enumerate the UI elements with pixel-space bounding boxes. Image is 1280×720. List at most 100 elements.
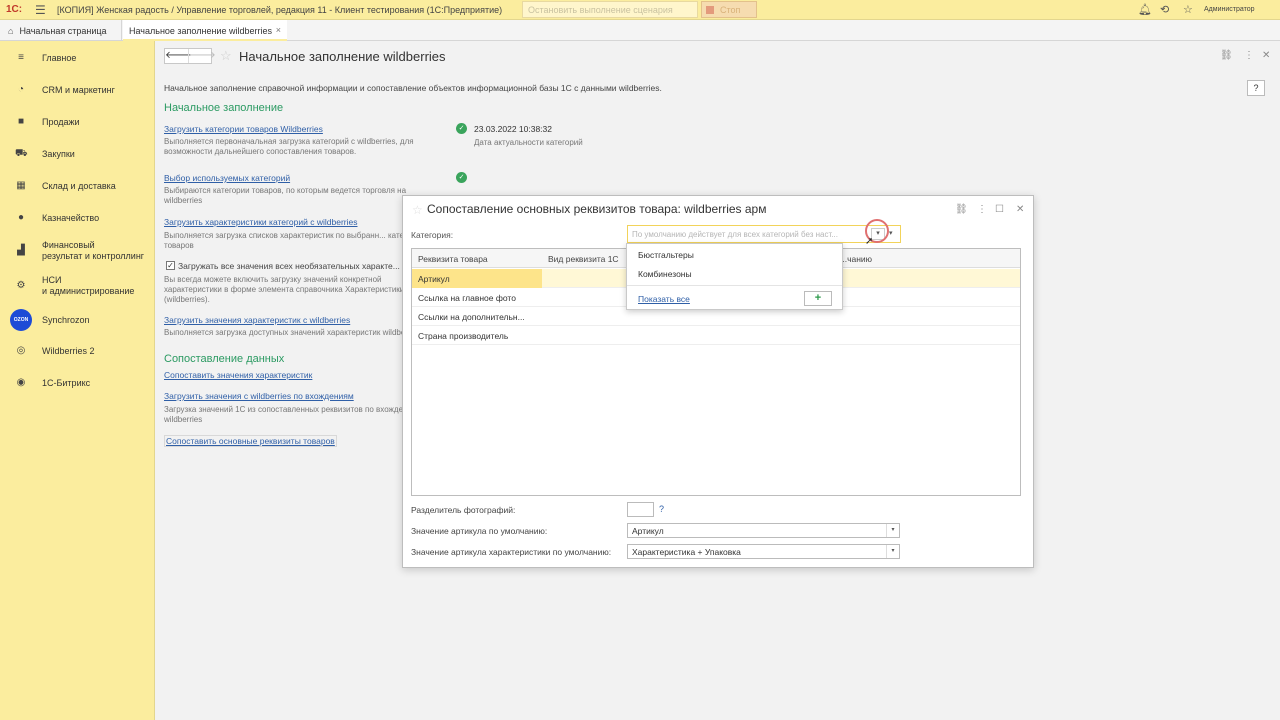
history-icon[interactable]: ⟲ [1160,3,1169,16]
app-logo: 1С: [6,4,23,15]
sidebar: ≡ Главное ◔ CRM и маркетинг ■ Продажи ⛟ Заку… [0,41,155,720]
load-all-checkbox[interactable]: ✓ [166,261,175,270]
dropdown-item[interactable]: Комбинезоны [638,269,692,279]
list-icon: ≡ [18,52,24,63]
more-icon[interactable]: ⋮ [977,204,987,215]
dropdown-item[interactable]: Бюстгальтеры [638,250,694,260]
home-icon: ⌂ [8,26,14,36]
dialog-title: Сопоставление основных реквизитов товара… [427,202,767,216]
sidebar-item-finance[interactable]: ▟ Финансовый результат и контроллинг [0,239,155,265]
link-icon[interactable]: ⛓ [1220,50,1233,61]
sidebar-item-nsi[interactable]: ⚙ НСИ и администрирование [0,274,155,300]
scenario-input[interactable]: Остановить выполнение сценария [522,1,698,18]
tab-bar: ⌂ Начальная страница Начальное заполнение… [0,20,1280,41]
page-title: Начальное заполнение wildberries [239,49,446,64]
app-title: [КОПИЯ] Женская радость / Управление тор… [57,5,503,15]
dropdown-arrow-icon[interactable]: ▾ [886,545,899,558]
show-all-link[interactable]: Показать все [638,294,690,304]
load-values-link[interactable]: Загрузить значения характеристик с wildb… [164,315,350,325]
load-characteristics-link[interactable]: Загрузить характеристики категорий с wil… [164,217,357,227]
choose-categories-note: Выбираются категории товаров, по которым… [164,186,407,205]
bag-icon: ■ [17,116,25,127]
sidebar-item-purchases[interactable]: ⛟ Закупки [0,147,155,173]
load-by-entry-link[interactable]: Загрузить значения с wildberries по вхож… [164,391,354,401]
load-categories-note: Выполняется первоначальная загрузка кате… [164,137,414,156]
section-matching: Сопоставление данных [164,353,285,365]
add-button[interactable]: + [804,291,832,306]
mouse-cursor-icon: ➚ [865,236,874,247]
check-icon: ✓ [456,123,467,134]
match-values-link[interactable]: Сопоставить значения характеристик [164,370,312,380]
stop-icon [706,6,714,14]
load-by-entry-note: Загрузка значений 1С из сопоставленных р… [164,405,429,424]
warehouse-icon: ▦ [16,180,26,191]
open-list-icon[interactable]: ▾ [889,229,893,237]
globe-icon: ◎ [16,345,26,356]
sidebar-item-main[interactable]: ≡ Главное [0,51,155,77]
treasury-icon: ● [17,212,25,223]
char-article-default-select[interactable]: Характеристика + Упаковка ▾ [627,544,900,559]
choose-categories-link[interactable]: Выбор используемых категорий [164,173,290,183]
check-icon: ✓ [456,172,467,183]
forward-button[interactable]: 🡒 [188,49,216,63]
more-icon[interactable]: ⋮ [1244,50,1254,61]
sidebar-item-synchrozon[interactable]: OZON Synchrozon [0,309,155,335]
dropdown-arrow-icon[interactable]: ▾ [886,524,899,537]
close-icon[interactable]: ✕ [1016,204,1024,215]
article-default-label: Значение артикула по умолчанию: [411,526,548,536]
category-input[interactable]: По умолчанию действует для всех категори… [627,225,901,243]
help-button[interactable]: ? [1247,80,1265,96]
favorite-star-icon[interactable]: ☆ [220,48,232,64]
sidebar-item-treasury[interactable]: ● Казначейство [0,211,155,237]
gear-icon: ⚙ [16,280,26,291]
category-label: Категория: [411,230,454,240]
tab-initial-fill[interactable]: Начальное заполнение wildberries × [123,20,287,41]
article-default-select[interactable]: Артикул ▾ [627,523,900,538]
sidebar-item-bitrix[interactable]: ◉ 1С-Битрикс [0,376,155,402]
column-header: ...чанию [840,254,873,264]
load-all-note: Вы всегда можете включить загрузку значе… [164,275,405,304]
ozon-icon: OZON [10,309,32,331]
sidebar-item-wildberries[interactable]: ◎ Wildberries 2 [0,344,155,370]
maximize-icon[interactable]: ☐ [995,204,1004,215]
cart-icon: ⛟ [15,148,28,159]
load-values-note: Выполняется загрузка доступных значений … [164,328,421,337]
section-initial-fill: Начальное заполнение [164,102,284,114]
categories-date-note: Дата актуальности категорий [474,138,583,147]
bell-icon[interactable]: 🔔︎ [1138,3,1152,16]
sidebar-item-warehouse[interactable]: ▦ Склад и доставка [0,179,155,205]
crm-icon: ◔ [17,84,25,95]
main-menu-icon[interactable]: ☰ [35,3,46,17]
column-header: Реквизита товара [418,254,488,264]
sidebar-item-sales[interactable]: ■ Продажи [0,115,155,141]
photo-separator-input[interactable] [627,502,654,517]
form-description: Начальное заполнение справочной информац… [164,83,662,93]
favorites-icon[interactable]: ☆ [1183,3,1193,16]
user-name[interactable]: Администратор [1204,6,1255,13]
link-icon[interactable]: ⛓ [955,204,968,215]
table-row[interactable]: Страна производитель [412,326,1020,345]
sidebar-item-crm[interactable]: ◔ CRM и маркетинг [0,83,155,109]
top-bar: 1С: ☰ [КОПИЯ] Женская радость / Управлен… [0,0,1280,20]
divider [627,285,842,286]
stop-button[interactable]: Стоп [701,1,757,18]
back-button[interactable]: 🡐 [165,49,192,63]
close-tab-icon[interactable]: × [276,25,281,35]
tab-home[interactable]: ⌂ Начальная страница [0,20,122,41]
load-categories-link[interactable]: Загрузить категории товаров Wildberries [164,124,323,134]
chart-icon: ▟ [17,245,25,256]
load-all-label: Загружать все значения всех необязательн… [178,261,400,271]
bitrix-icon: ◉ [16,377,26,388]
match-main-link[interactable]: Сопоставить основные реквизиты товаров [164,435,337,447]
close-icon[interactable]: ✕ [1262,50,1270,61]
category-dropdown: Бюстгальтеры Комбинезоны Показать все + [626,243,843,310]
favorite-star-icon[interactable]: ☆ [412,203,423,217]
help-icon[interactable]: ? [659,504,664,514]
char-article-default-label: Значение артикула характеристики по умол… [411,547,612,557]
category-placeholder: По умолчанию действует для всех категори… [632,230,838,239]
nav-buttons: 🡐🡒 [164,48,216,64]
photo-separator-label: Разделитель фотографий: [411,505,516,515]
column-header: Вид реквизита 1С [548,254,619,264]
categories-date: 23.03.2022 10:38:32 [474,124,552,134]
load-characteristics-note: Выполняется загрузка списков характерист… [164,231,430,250]
